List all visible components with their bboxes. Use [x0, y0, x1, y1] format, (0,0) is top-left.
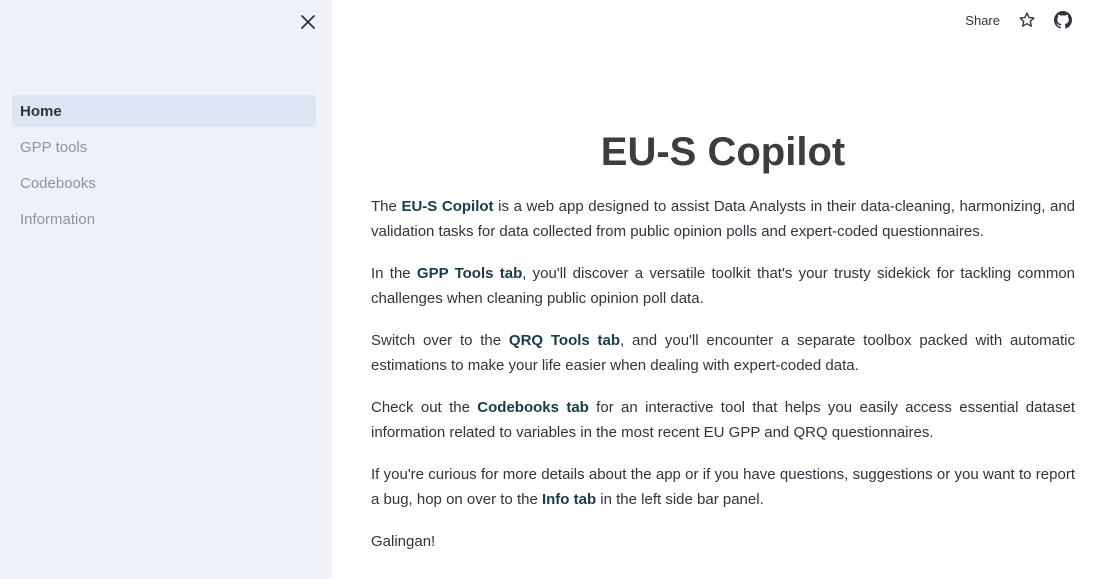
sidebar-item-codebooks[interactable]: Codebooks [12, 167, 316, 199]
sidebar-item-label: Codebooks [20, 174, 96, 192]
sidebar-item-home[interactable]: Home [12, 95, 316, 127]
paragraph-text: Check out the [371, 399, 478, 416]
info-paragraph: If you're curious for more details about… [371, 462, 1075, 512]
share-button[interactable]: Share [965, 13, 1002, 28]
sidebar-nav: Home GPP tools Codebooks Information [12, 95, 316, 239]
page-title: EU-S Copilot [600, 130, 846, 174]
highlight-gpp-tab: GPP Tools tab [416, 265, 523, 282]
github-button[interactable] [1052, 9, 1074, 31]
main-content: Share EU-S Copilot The EU-S Copilot is a… [332, 0, 1094, 579]
github-icon [1054, 11, 1072, 29]
sidebar-item-information[interactable]: Information [12, 203, 316, 235]
sidebar-item-label: Home [20, 102, 62, 120]
top-toolbar: Share [965, 8, 1074, 32]
sidebar-item-label: Information [20, 210, 96, 228]
paragraph-text: In the [371, 265, 417, 282]
highlight-info-tab: Info tab [541, 491, 597, 508]
paragraph-text: Switch over to the [371, 332, 509, 349]
close-sidebar-button[interactable] [296, 10, 320, 34]
qrq-paragraph: Switch over to the QRQ Tools tab, and yo… [371, 328, 1075, 378]
sidebar-item-gpp-tools[interactable]: GPP tools [12, 131, 316, 163]
sidebar-item-label: GPP tools [20, 138, 88, 156]
sidebar: Home GPP tools Codebooks Information [0, 0, 332, 579]
intro-paragraph: The EU-S Copilot is a web app designed t… [371, 194, 1075, 244]
paragraph-text: in the left side bar panel. [596, 491, 764, 508]
home-content: EU-S Copilot The EU-S Copilot is a web a… [371, 126, 1075, 571]
closing-paragraph: Galingan! [371, 533, 436, 550]
app-root: Home GPP tools Codebooks Information Sha… [0, 0, 1094, 579]
codebooks-paragraph: Check out the Codebooks tab for an inter… [371, 395, 1075, 445]
star-icon [1019, 12, 1035, 27]
highlight-codebooks-tab: Codebooks tab [477, 399, 589, 416]
gpp-paragraph: In the GPP Tools tab, you'll discover a … [371, 261, 1075, 311]
close-icon [301, 15, 315, 29]
paragraph-text: The [371, 198, 402, 215]
highlight-app-name: EU-S Copilot [401, 198, 494, 215]
highlight-qrq-tab: QRQ Tools tab [508, 332, 621, 349]
star-button[interactable] [1016, 9, 1038, 31]
